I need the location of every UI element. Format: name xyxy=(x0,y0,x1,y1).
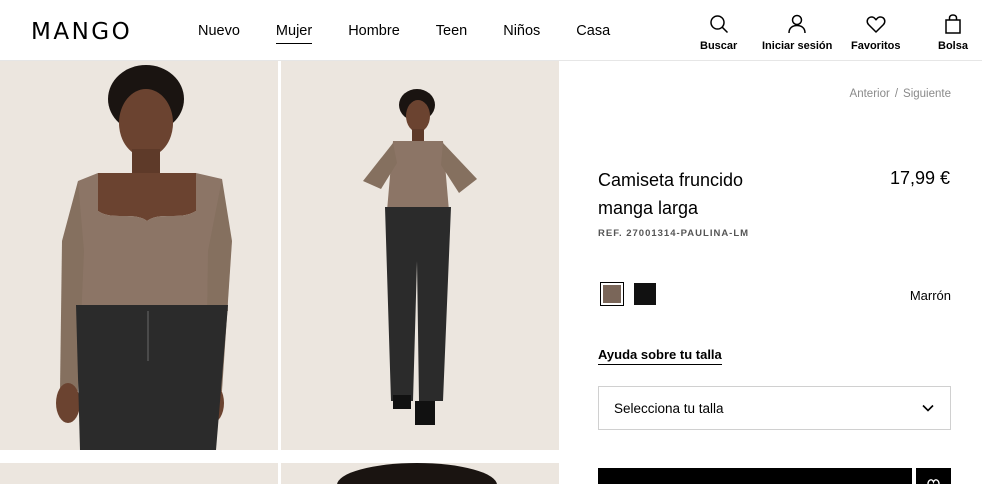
model-closeup-image xyxy=(0,61,278,450)
nav-item-casa[interactable]: Casa xyxy=(576,23,610,44)
bag-button[interactable]: Bolsa xyxy=(938,13,968,52)
search-icon xyxy=(709,15,728,34)
main-nav: Nuevo Mujer Hombre Teen Niños Casa xyxy=(198,23,646,44)
login-button[interactable]: Iniciar sesión xyxy=(762,13,832,52)
next-link[interactable]: Siguiente xyxy=(903,88,951,100)
product-photo-4[interactable] xyxy=(281,463,559,484)
product-photo-3[interactable] xyxy=(0,463,278,484)
user-icon xyxy=(788,14,806,34)
model-photo-4-image xyxy=(281,463,559,484)
model-fullbody-image xyxy=(281,61,559,450)
product-price: 17,99 € xyxy=(889,168,950,188)
chevron-down-icon xyxy=(922,404,934,412)
size-select[interactable]: Selecciona tu talla xyxy=(598,386,951,430)
product-title: Camiseta fruncido manga larga xyxy=(598,170,744,218)
nav-item-hombre[interactable]: Hombre xyxy=(348,23,400,44)
product-pagination: Anterior / Siguiente xyxy=(850,88,951,100)
nav-item-mujer[interactable]: Mujer xyxy=(275,23,313,44)
favorites-button[interactable]: Favoritos xyxy=(851,13,901,52)
bag-label: Bolsa xyxy=(938,40,968,52)
search-button[interactable]: Buscar xyxy=(700,13,737,52)
heart-icon xyxy=(866,16,886,33)
login-label: Iniciar sesión xyxy=(762,40,833,52)
color-swatch-black[interactable] xyxy=(634,283,656,305)
nav-item-teen[interactable]: Teen xyxy=(436,23,467,44)
product-photo-2[interactable] xyxy=(281,61,559,450)
nav-item-nuevo[interactable]: Nuevo xyxy=(198,23,240,44)
model-photo-3-image xyxy=(0,463,278,484)
brand-logo[interactable]: MANGO xyxy=(31,19,132,45)
swatch-fill-brown xyxy=(603,285,621,303)
product-photo-1[interactable] xyxy=(0,61,278,450)
site-header: MANGO Nuevo Mujer Hombre Teen Niños Casa… xyxy=(0,0,982,61)
size-help-link[interactable]: Ayuda sobre tu talla xyxy=(598,347,722,365)
search-label: Buscar xyxy=(700,40,738,52)
pagination-separator: / xyxy=(894,88,899,100)
add-to-favorites-button[interactable] xyxy=(916,468,951,484)
swatch-fill-black xyxy=(634,283,656,305)
color-swatch-brown[interactable] xyxy=(600,282,624,306)
nav-item-ninos[interactable]: Niños xyxy=(503,23,540,44)
bag-icon xyxy=(945,14,961,34)
size-select-label: Selecciona tu talla xyxy=(614,400,724,416)
heart-icon xyxy=(927,479,940,484)
add-to-bag-button[interactable] xyxy=(598,468,912,484)
selected-color-name: Marrón xyxy=(909,288,951,303)
previous-link[interactable]: Anterior xyxy=(850,88,890,100)
favorites-label: Favoritos xyxy=(851,40,901,52)
product-reference: REF. 27001314-PAULINA-LM xyxy=(598,228,750,239)
